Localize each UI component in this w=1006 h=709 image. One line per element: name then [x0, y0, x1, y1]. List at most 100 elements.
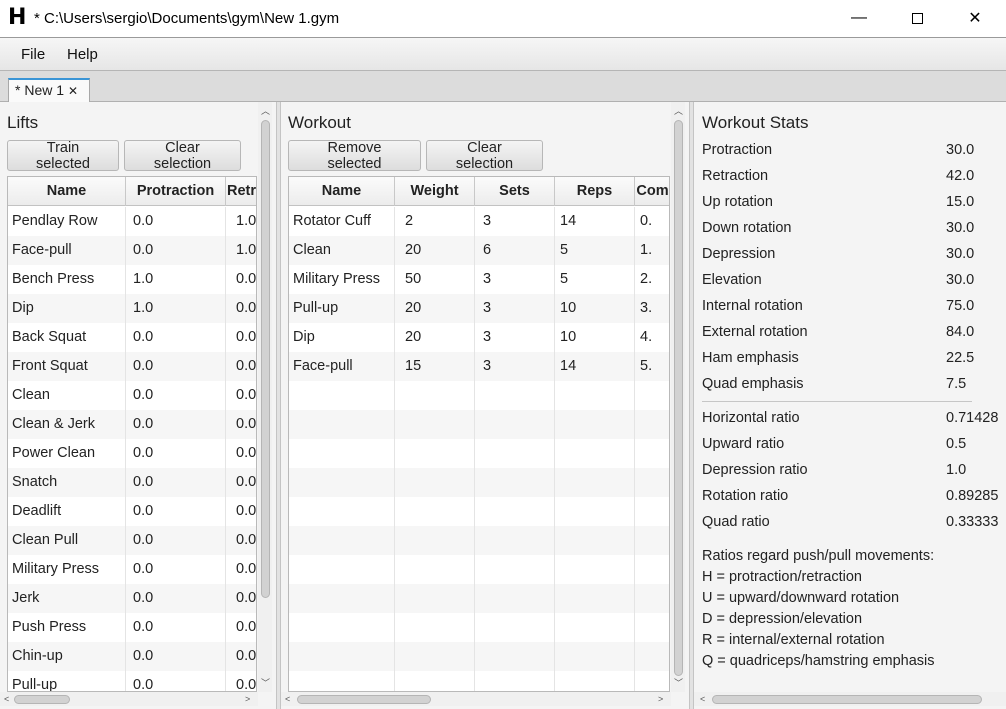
- tab-new-1[interactable]: * New 1 ✕: [8, 78, 90, 102]
- table-row[interactable]: Clean 0.0 0.0: [8, 381, 256, 410]
- table-cell: [395, 381, 475, 410]
- close-window-button[interactable]: ✕: [946, 0, 1004, 36]
- column-header-name[interactable]: Name: [289, 177, 395, 206]
- table-cell: [475, 439, 555, 468]
- ratio-value: 0.71428: [946, 410, 999, 426]
- maximize-button[interactable]: [888, 0, 946, 36]
- table-row[interactable]: Pendlay Row 0.0 1.0: [8, 207, 256, 236]
- table-cell: [395, 613, 475, 642]
- lifts-scroll-thumb[interactable]: [261, 120, 270, 598]
- table-cell: Pendlay Row: [8, 207, 126, 236]
- scroll-left-icon[interactable]: <: [700, 694, 705, 704]
- table-row[interactable]: Face-pull 0.0 1.0: [8, 236, 256, 265]
- table-row[interactable]: Rotator Cuff 2 3 14 0.: [289, 207, 669, 236]
- table-cell: [475, 526, 555, 555]
- table-cell: [475, 555, 555, 584]
- table-cell: 0.0: [226, 410, 256, 439]
- lifts-clear-selection-button[interactable]: Clear selection: [124, 140, 241, 172]
- table-row[interactable]: Back Squat 0.0 0.0: [8, 323, 256, 352]
- remove-selected-button[interactable]: Remove selected: [288, 140, 421, 172]
- workout-clear-selection-button[interactable]: Clear selection: [426, 140, 543, 172]
- table-row[interactable]: Dip 20 3 10 4.: [289, 323, 669, 352]
- column-header-retr[interactable]: Retr: [226, 177, 256, 206]
- workout-table[interactable]: Name Weight Sets Reps Com Rotator Cuff 2 3 14 0.…: [288, 176, 670, 692]
- tab-close-icon[interactable]: ✕: [68, 84, 78, 98]
- table-cell: [635, 613, 669, 642]
- column-header-protraction[interactable]: Protraction: [126, 177, 226, 206]
- menu-file[interactable]: File: [21, 46, 45, 63]
- table-cell: Power Clean: [8, 439, 126, 468]
- table-cell: 20: [395, 323, 475, 352]
- table-cell: 1.0: [126, 265, 226, 294]
- table-cell: 3: [475, 323, 555, 352]
- table-cell: 1.0: [226, 236, 256, 265]
- table-row[interactable]: Snatch 0.0 0.0: [8, 468, 256, 497]
- table-row[interactable]: Clean Pull 0.0 0.0: [8, 526, 256, 555]
- workout-horizontal-scrollbar[interactable]: < >: [281, 692, 671, 706]
- menu-help[interactable]: Help: [67, 46, 98, 63]
- table-cell: 5: [555, 265, 635, 294]
- column-header-sets[interactable]: Sets: [475, 177, 555, 206]
- stat-value: 30.0: [946, 272, 975, 288]
- table-cell: 2: [395, 207, 475, 236]
- table-row[interactable]: Dip 1.0 0.0: [8, 294, 256, 323]
- table-row[interactable]: Military Press 50 3 5 2.: [289, 265, 669, 294]
- scroll-up-icon[interactable]: ︿: [261, 106, 270, 116]
- ratio-row: Upward ratio 0.5: [702, 436, 1002, 458]
- table-row[interactable]: Deadlift 0.0 0.0: [8, 497, 256, 526]
- table-row[interactable]: Jerk 0.0 0.0: [8, 584, 256, 613]
- lifts-table[interactable]: Name Protraction Retr Pendlay Row 0.0 1.0 Fac…: [7, 176, 257, 692]
- stat-row: Elevation 30.0: [702, 272, 1002, 294]
- column-header-reps[interactable]: Reps: [555, 177, 635, 206]
- table-row[interactable]: Pull-up 0.0 0.0: [8, 671, 256, 691]
- column-header-name[interactable]: Name: [8, 177, 126, 206]
- table-cell: [289, 642, 395, 671]
- workout-hscroll-thumb[interactable]: [297, 695, 431, 704]
- scroll-down-icon[interactable]: ﹀: [261, 678, 270, 688]
- table-row[interactable]: Pull-up 20 3 10 3.: [289, 294, 669, 323]
- scroll-down-icon[interactable]: ﹀: [674, 678, 683, 688]
- stats-hscroll-thumb[interactable]: [712, 695, 982, 704]
- workout-scroll-thumb[interactable]: [674, 120, 683, 676]
- train-selected-button[interactable]: Train selected: [7, 140, 119, 172]
- table-row[interactable]: Push Press 0.0 0.0: [8, 613, 256, 642]
- column-header-com[interactable]: Com: [635, 177, 669, 206]
- column-header-weight[interactable]: Weight: [395, 177, 475, 206]
- table-row[interactable]: Clean 20 6 5 1.: [289, 236, 669, 265]
- table-row[interactable]: Clean & Jerk 0.0 0.0: [8, 410, 256, 439]
- empty-row: [289, 555, 669, 584]
- stat-label: Down rotation: [702, 220, 792, 236]
- table-row[interactable]: Power Clean 0.0 0.0: [8, 439, 256, 468]
- ratio-note: Ratios regard push/pull movements:: [702, 548, 935, 564]
- minimize-button[interactable]: —: [830, 0, 888, 36]
- lifts-panel: Lifts Train selected Clear selection Nam…: [0, 102, 276, 709]
- table-cell: 0.0: [226, 526, 256, 555]
- scroll-right-icon[interactable]: >: [245, 694, 250, 704]
- scroll-up-icon[interactable]: ︿: [674, 106, 683, 116]
- table-cell: 0.0: [126, 381, 226, 410]
- stat-value: 7.5: [946, 376, 967, 392]
- close-icon: ✕: [968, 10, 982, 27]
- lifts-horizontal-scrollbar[interactable]: < >: [0, 692, 258, 706]
- table-cell: [555, 671, 635, 691]
- workout-vertical-scrollbar[interactable]: ︿ ﹀: [671, 102, 685, 692]
- table-cell: Military Press: [8, 555, 126, 584]
- table-row[interactable]: Front Squat 0.0 0.0: [8, 352, 256, 381]
- table-row[interactable]: Chin-up 0.0 0.0: [8, 642, 256, 671]
- table-cell: [395, 526, 475, 555]
- table-cell: Dip: [8, 294, 126, 323]
- lifts-hscroll-thumb[interactable]: [14, 695, 70, 704]
- stats-horizontal-scrollbar[interactable]: <: [694, 692, 1006, 706]
- table-row[interactable]: Military Press 0.0 0.0: [8, 555, 256, 584]
- stat-label: Protraction: [702, 142, 773, 158]
- scroll-left-icon[interactable]: <: [4, 694, 9, 704]
- lifts-vertical-scrollbar[interactable]: ︿ ﹀: [258, 102, 272, 692]
- scroll-left-icon[interactable]: <: [285, 694, 290, 704]
- table-cell: 0.0: [226, 671, 256, 691]
- table-row[interactable]: Face-pull 15 3 14 5.: [289, 352, 669, 381]
- table-cell: 14: [555, 352, 635, 381]
- ratio-row: Rotation ratio 0.89285: [702, 488, 1002, 510]
- table-cell: 0.0: [126, 410, 226, 439]
- scroll-right-icon[interactable]: >: [658, 694, 663, 704]
- table-row[interactable]: Bench Press 1.0 0.0: [8, 265, 256, 294]
